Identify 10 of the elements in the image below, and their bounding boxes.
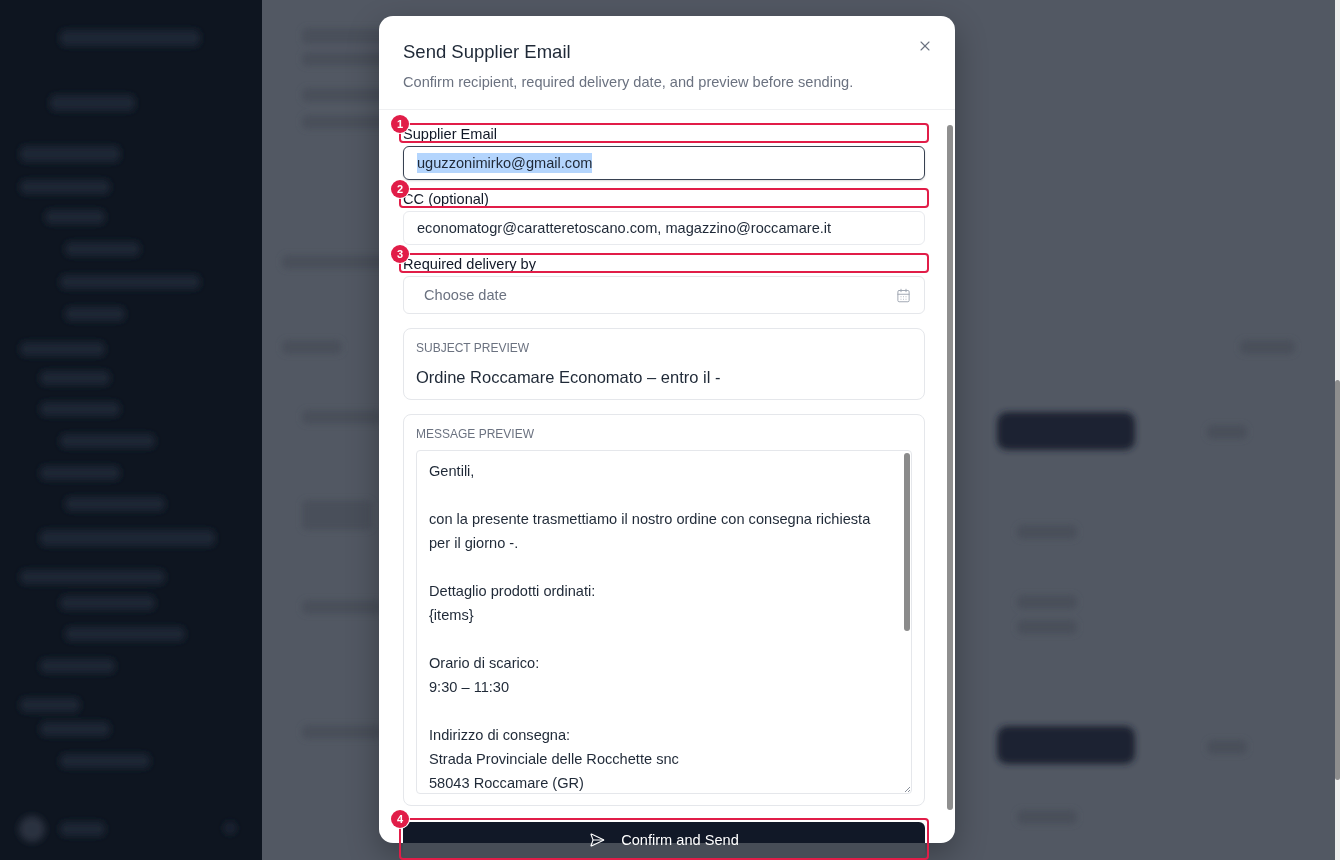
- text-input-field[interactable]: uguzzonimirko@gmail.com: [403, 146, 925, 180]
- scrollbar-thumb[interactable]: [1335, 380, 1340, 780]
- dialog-subtitle: Confirm recipient, required delivery date, and preview before sending.: [403, 73, 854, 92]
- number-badge: 3: [391, 245, 409, 263]
- confirm-send-button[interactable]: Confirm and Send: [403, 822, 925, 857]
- send-icon: [589, 831, 606, 848]
- dialog-title: Send Supplier Email: [403, 40, 572, 64]
- text-input-field[interactable]: economatogr@caratteretoscano.com, magazzino@roccamare.it: [403, 211, 925, 245]
- calendar-icon: [896, 287, 911, 303]
- date-picker-field[interactable]: Choose date: [403, 276, 925, 314]
